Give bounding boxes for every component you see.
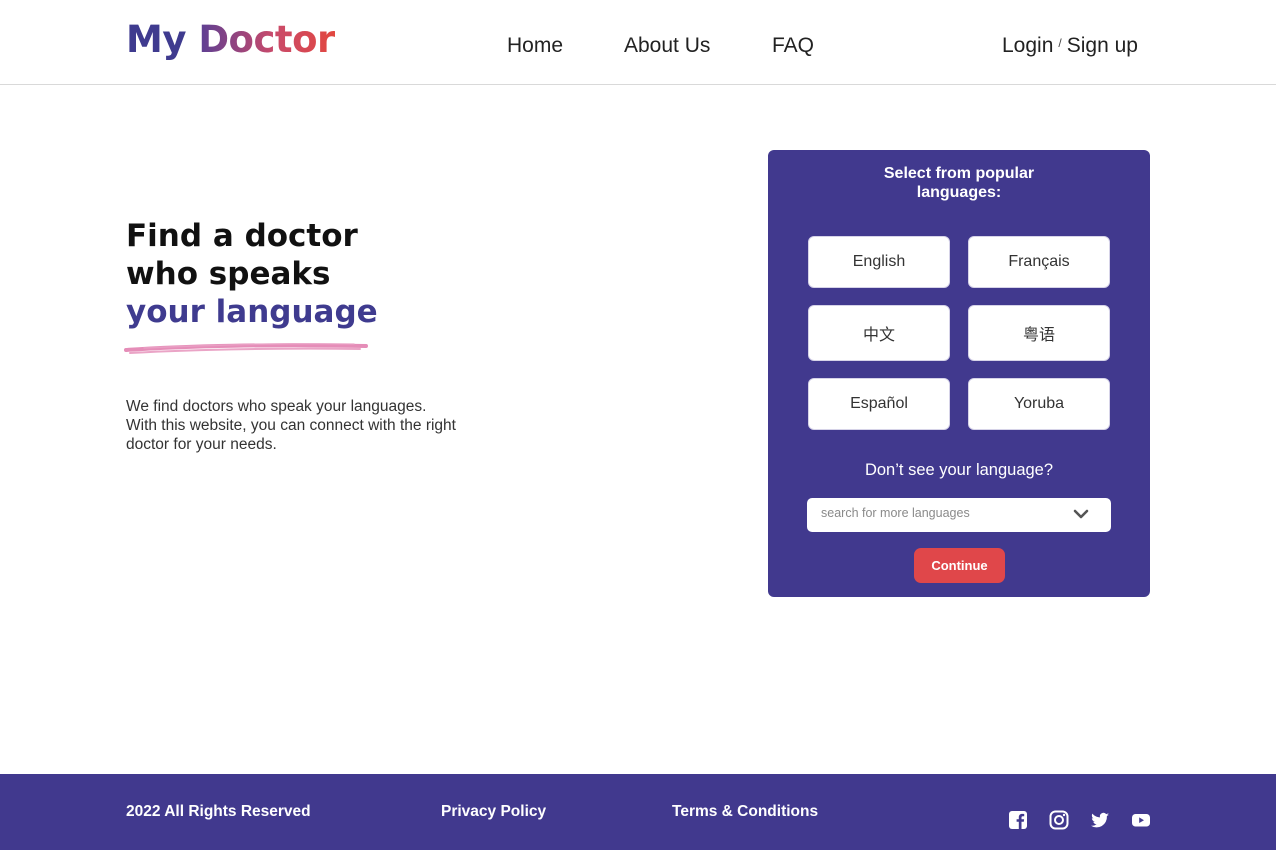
hero-description: We find doctors who speak your languages… — [126, 398, 456, 453]
language-search-input[interactable] — [821, 506, 1061, 520]
language-button-chinese[interactable]: 中文 — [808, 305, 950, 361]
privacy-policy-link[interactable]: Privacy Policy — [441, 803, 546, 821]
panel-title: Select from popular languages: — [768, 164, 1150, 202]
language-button-cantonese[interactable]: 粤语 — [968, 305, 1110, 361]
site-header: My Doctor Home About Us FAQ Login / Sign u… — [0, 0, 1276, 85]
language-button-yoruba[interactable]: Yoruba — [968, 378, 1110, 430]
continue-button[interactable]: Continue — [914, 548, 1005, 583]
auth-links: Login / Sign up — [1002, 34, 1138, 58]
youtube-icon[interactable] — [1131, 810, 1151, 830]
logo-text-doctor: Doctor — [198, 18, 335, 61]
terms-conditions-link[interactable]: Terms & Conditions — [672, 803, 818, 821]
language-button-francais[interactable]: Français — [968, 236, 1110, 288]
dont-see-language-text: Don’t see your language? — [864, 461, 1054, 479]
hero-title-accent: your language — [126, 294, 378, 330]
panel-title-line2: languages: — [916, 184, 1002, 201]
language-button-espanol[interactable]: Español — [808, 378, 950, 430]
login-link[interactable]: Login — [1002, 34, 1053, 57]
signup-link[interactable]: Sign up — [1067, 34, 1138, 57]
facebook-icon[interactable] — [1008, 810, 1028, 830]
chevron-down-icon[interactable] — [1073, 509, 1089, 520]
language-panel: Select from popular languages: English F… — [768, 150, 1150, 597]
copyright-text: 2022 All Rights Reserved — [126, 803, 311, 820]
hero-title-line2: who speaks — [126, 256, 331, 292]
hero-heading: Find a doctor who speaks your language — [126, 217, 378, 331]
nav-faq[interactable]: FAQ — [772, 34, 814, 58]
language-search-dropdown[interactable] — [807, 498, 1111, 532]
logo[interactable]: My Doctor — [126, 18, 335, 61]
hero-title-line1: Find a doctor — [126, 218, 358, 254]
panel-title-line1: Select from popular — [883, 165, 1035, 182]
logo-text-my: My — [126, 18, 186, 61]
site-footer: 2022 All Rights Reserved Privacy Policy … — [0, 774, 1276, 850]
nav-home[interactable]: Home — [507, 34, 563, 58]
language-button-english[interactable]: English — [808, 236, 950, 288]
instagram-icon[interactable] — [1049, 810, 1069, 830]
brush-underline — [124, 342, 368, 354]
auth-separator: / — [1058, 36, 1062, 50]
twitter-icon[interactable] — [1090, 810, 1110, 830]
nav-about-us[interactable]: About Us — [624, 34, 710, 58]
